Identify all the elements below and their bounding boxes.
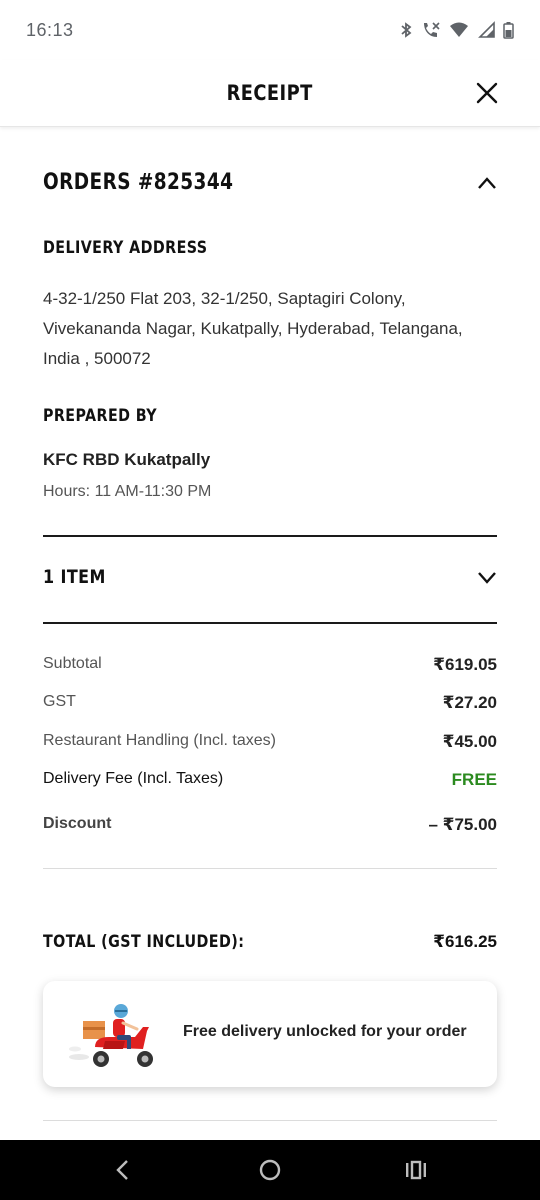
recents-icon[interactable] (404, 1158, 428, 1182)
total-value: ₹616.25 (433, 932, 497, 951)
wifi-icon (450, 22, 468, 37)
status-icons (399, 21, 514, 39)
delivery-fee-label: Delivery Fee (Incl. Taxes) (43, 770, 224, 787)
gst-label: GST (43, 693, 76, 710)
address-line: India , 500072 (43, 349, 151, 368)
handling-row: Restaurant Handling (Incl. taxes) ₹45.00 (43, 732, 497, 756)
subtotal-row: Subtotal ₹619.05 (43, 655, 497, 679)
divider (43, 535, 497, 537)
home-icon[interactable] (258, 1158, 282, 1182)
prepared-by-label: PREPARED BY (43, 406, 158, 426)
discount-label: Discount (43, 815, 112, 832)
items-toggle[interactable]: 1 ITEM (43, 566, 497, 598)
address-line: Vivekananda Nagar, Kukatpally, Hyderabad… (43, 319, 463, 338)
discount-value: – ₹75.00 (428, 815, 497, 834)
battery-icon (503, 22, 514, 39)
divider (43, 868, 497, 869)
store-name: KFC RBD Kukatpally (43, 450, 211, 469)
chevron-up-icon[interactable] (477, 176, 497, 190)
divider (43, 622, 497, 624)
order-header[interactable]: ORDERS #825344 (43, 170, 497, 202)
address-line: 4-32-1/250 Flat 203, 32-1/250, Saptagiri… (43, 289, 406, 308)
navigation-bar (0, 1140, 540, 1200)
bluetooth-icon (401, 22, 412, 38)
promo-text: Free delivery unlocked for your order (183, 1023, 467, 1040)
close-icon[interactable] (474, 80, 500, 106)
gst-value: ₹27.20 (442, 693, 497, 712)
page-title: RECEIPT (226, 81, 314, 105)
status-time: 16:13 (26, 19, 74, 40)
signal-icon (478, 21, 495, 38)
chevron-down-icon[interactable] (477, 570, 497, 584)
total-row: TOTAL (GST INCLUDED): ₹616.25 (43, 932, 497, 958)
subtotal-label: Subtotal (43, 655, 102, 672)
back-icon[interactable] (113, 1158, 133, 1182)
divider (43, 1120, 497, 1121)
handling-label: Restaurant Handling (Incl. taxes) (43, 732, 276, 749)
free-delivery-banner: Free delivery unlocked for your order (43, 981, 497, 1087)
store-hours: Hours: 11 AM-11:30 PM (43, 483, 212, 500)
subtotal-value: ₹619.05 (433, 655, 497, 674)
header-bar: RECEIPT (0, 60, 540, 127)
delivery-fee-row: Delivery Fee (Incl. Taxes) FREE (43, 770, 497, 794)
total-label: TOTAL (GST INCLUDED): (43, 932, 245, 952)
delivery-fee-value: FREE (451, 770, 497, 789)
delivery-address: 4-32-1/250 Flat 203, 32-1/250, Saptagiri… (43, 284, 497, 374)
delivery-scooter-icon (69, 1004, 153, 1067)
wifi-call-icon (424, 22, 440, 37)
order-title: ORDERS #825344 (43, 170, 234, 195)
delivery-address-label: DELIVERY ADDRESS (43, 238, 208, 258)
status-bar: 16:13 (0, 0, 540, 60)
handling-value: ₹45.00 (442, 732, 497, 751)
item-count-label: 1 ITEM (43, 566, 106, 588)
discount-row: Discount – ₹75.00 (43, 815, 497, 839)
gst-row: GST ₹27.20 (43, 693, 497, 717)
